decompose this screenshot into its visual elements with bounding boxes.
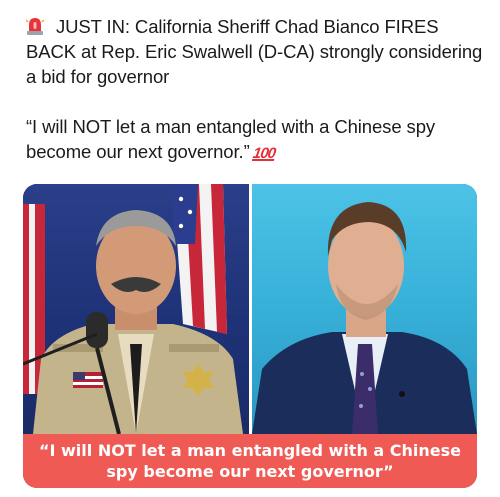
quote-text: “I will NOT let a man entangled with a C… xyxy=(26,116,436,162)
post-headline: JUST IN: California Sheriff Chad Bianco … xyxy=(25,14,486,89)
post-quote: “I will NOT let a man entangled with a C… xyxy=(26,114,486,166)
post-text: JUST IN: California Sheriff Chad Bianco … xyxy=(25,14,486,166)
media-attachment[interactable]: “I will NOT let a man entangled with a C… xyxy=(23,184,477,488)
caption-text: “I will NOT let a man entangled with a C… xyxy=(38,441,462,481)
hundred-points-icon: 100 xyxy=(251,145,276,162)
congressman-photo xyxy=(252,184,477,434)
police-car-light-icon xyxy=(25,16,45,36)
headline-text: JUST IN: California Sheriff Chad Bianco … xyxy=(26,16,483,87)
sheriff-photo xyxy=(23,184,249,434)
caption-band: “I will NOT let a man entangled with a C… xyxy=(23,434,477,488)
